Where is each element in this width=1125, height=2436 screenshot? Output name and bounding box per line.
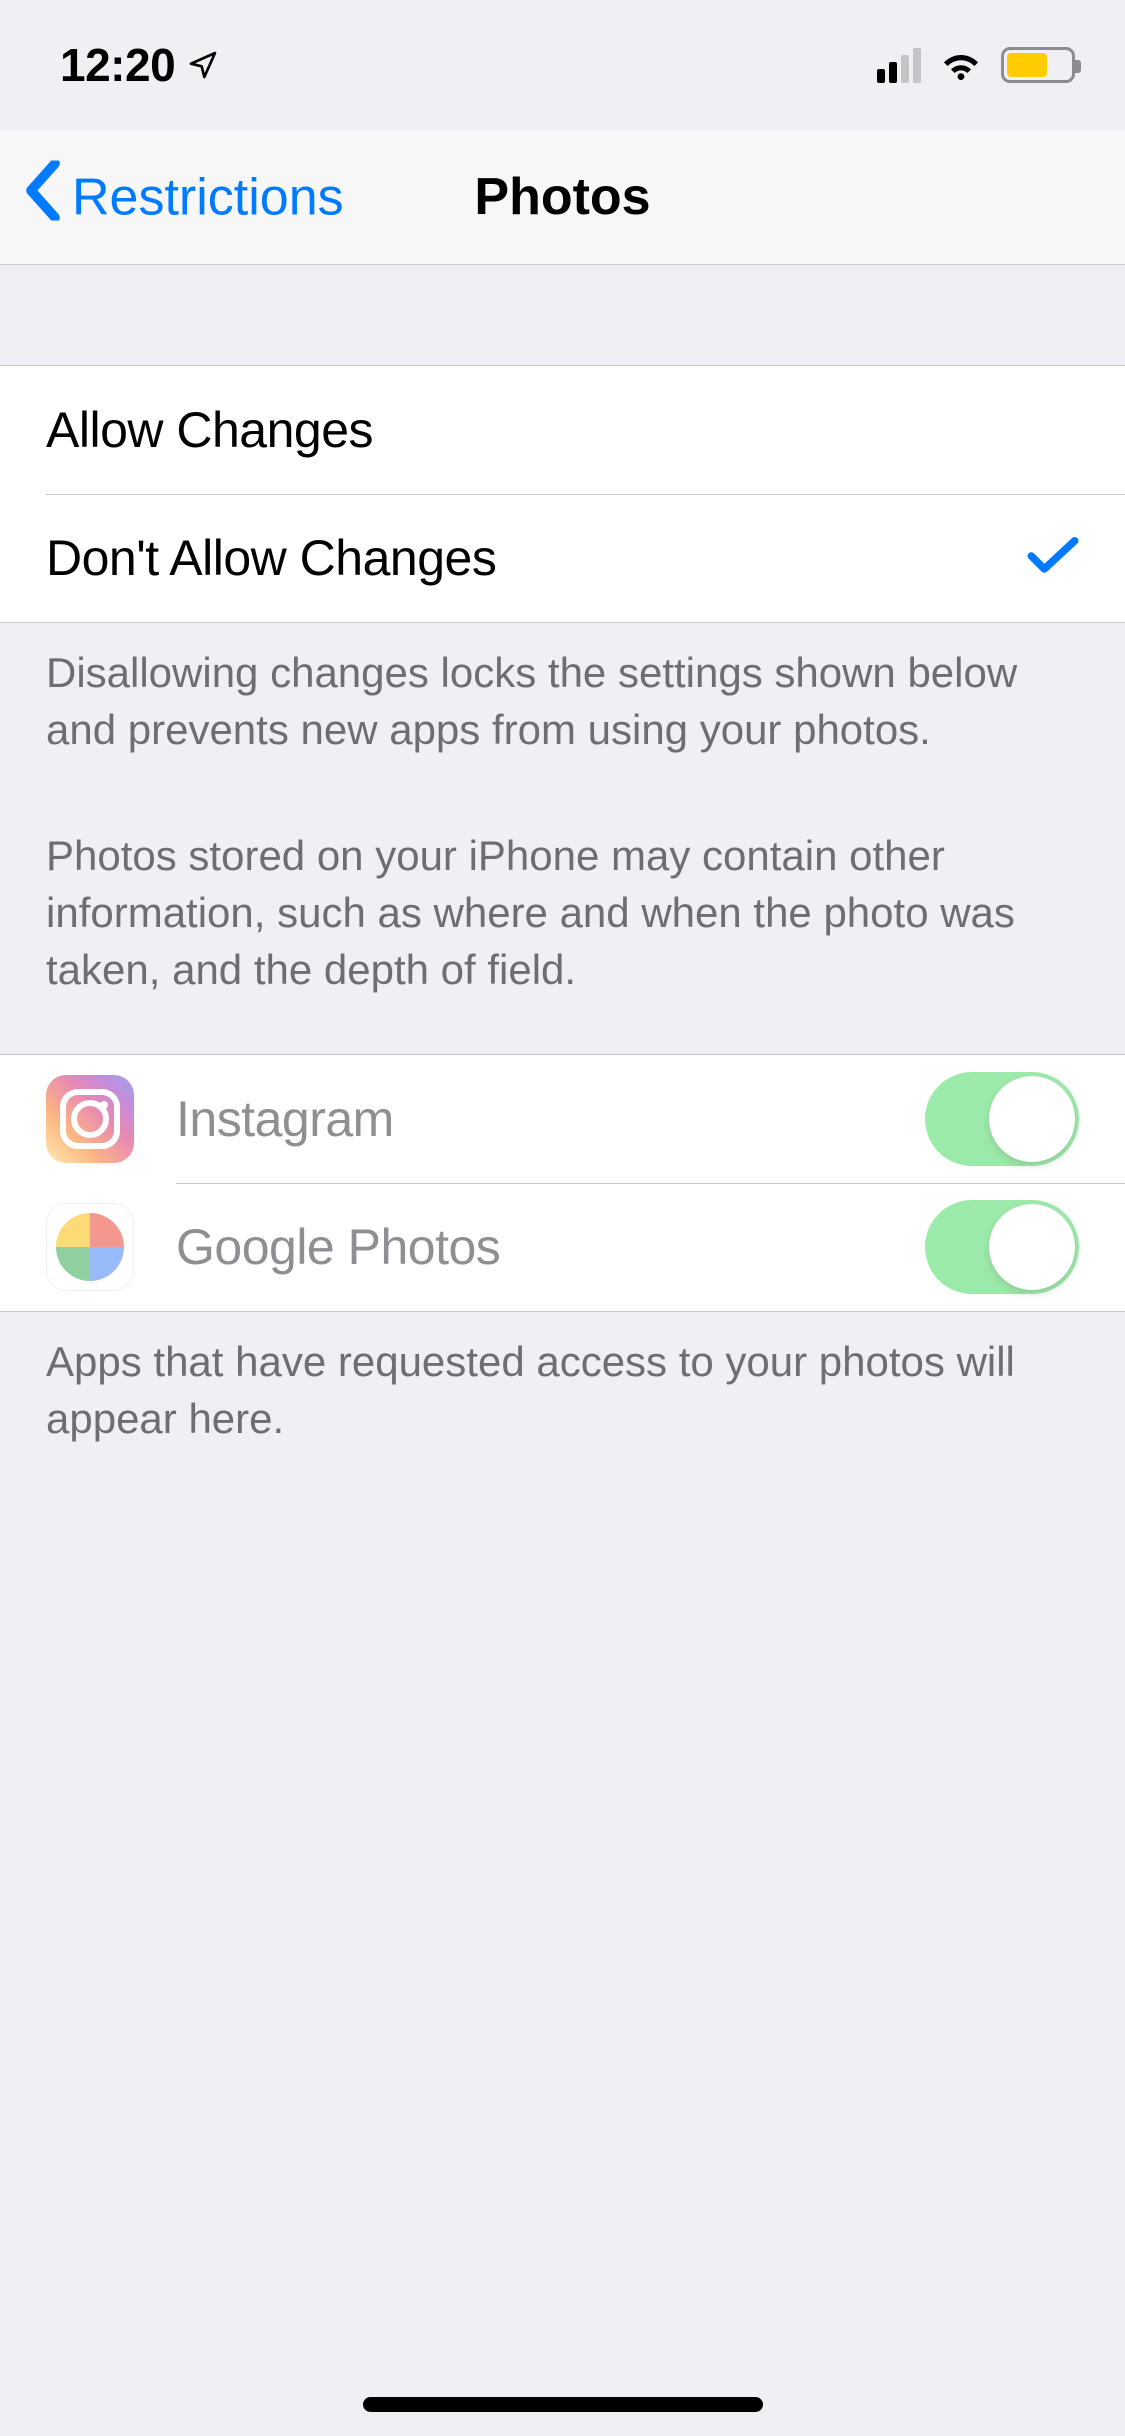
location-icon — [187, 38, 219, 92]
checkmark-icon — [1027, 535, 1079, 582]
instagram-icon — [46, 1075, 134, 1163]
apps-footer: Apps that have requested access to your … — [0, 1312, 1125, 1447]
battery-icon — [1001, 47, 1075, 83]
navigation-bar: Restrictions Photos — [0, 130, 1125, 265]
section-footer: Photos stored on your iPhone may contain… — [0, 758, 1125, 1054]
status-time: 12:20 — [60, 38, 175, 92]
option-label: Allow Changes — [46, 401, 373, 459]
back-button[interactable]: Restrictions — [24, 161, 344, 234]
toggle-google-photos — [925, 1200, 1079, 1294]
allow-changes-section: Allow Changes Don't Allow Changes — [0, 365, 1125, 623]
home-indicator[interactable] — [363, 2397, 763, 2412]
option-dont-allow-changes[interactable]: Don't Allow Changes — [0, 494, 1125, 622]
option-label: Don't Allow Changes — [46, 529, 496, 587]
app-row-google-photos: Google Photos — [0, 1183, 1125, 1311]
option-allow-changes[interactable]: Allow Changes — [0, 366, 1125, 494]
google-photos-icon — [46, 1203, 134, 1291]
app-row-instagram: Instagram — [0, 1055, 1125, 1183]
toggle-instagram — [925, 1072, 1079, 1166]
cellular-signal-icon — [877, 47, 921, 83]
apps-section: Instagram Google Photos — [0, 1054, 1125, 1312]
wifi-icon — [937, 45, 985, 86]
status-bar: 12:20 — [0, 0, 1125, 130]
section-footer: Disallowing changes locks the settings s… — [0, 623, 1125, 758]
page-title: Photos — [474, 167, 650, 227]
app-label: Google Photos — [176, 1218, 500, 1276]
app-label: Instagram — [176, 1090, 394, 1148]
back-label: Restrictions — [72, 167, 344, 227]
chevron-left-icon — [24, 161, 62, 234]
